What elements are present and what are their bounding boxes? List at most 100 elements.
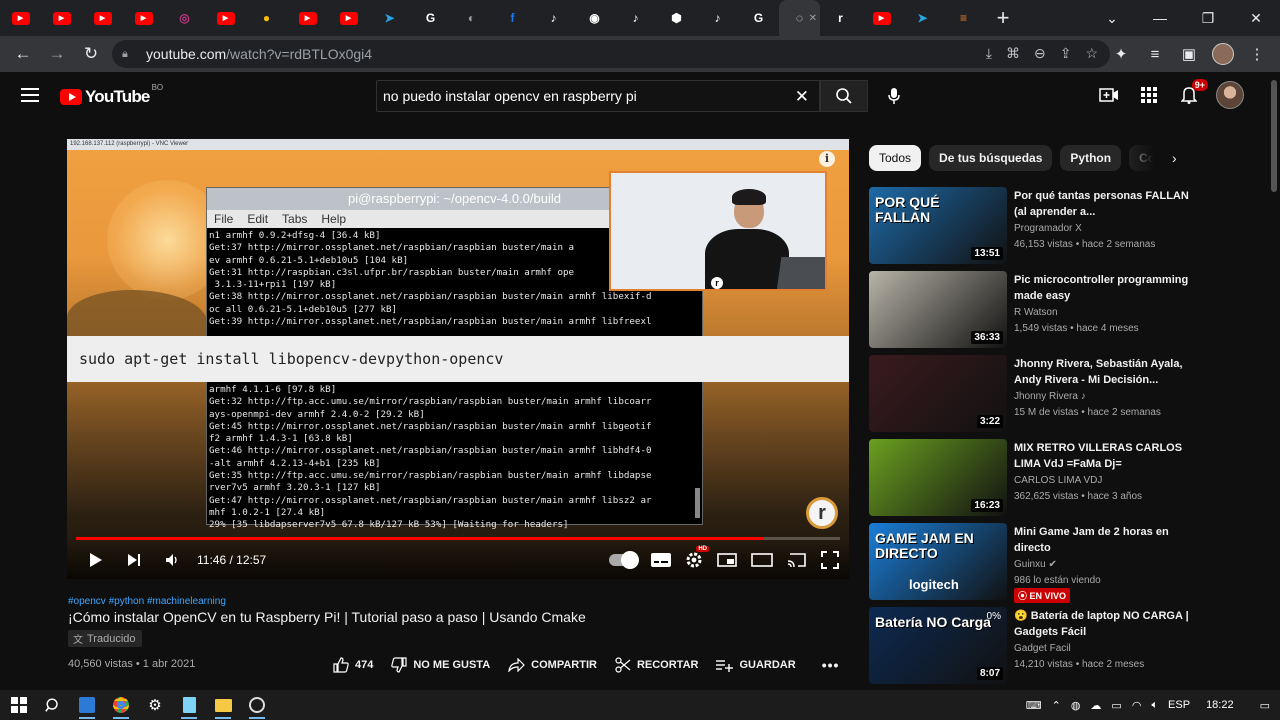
settings-gear-icon[interactable]: ⚙ xyxy=(138,690,172,720)
browser-tab[interactable]: ◌ ✕ xyxy=(779,0,820,36)
forward-button[interactable]: → xyxy=(40,37,74,71)
windows-start-icon[interactable] xyxy=(2,690,36,720)
speaker-icon[interactable]: 🔈︎ xyxy=(1151,699,1158,712)
info-icon[interactable]: i xyxy=(819,151,835,167)
onedrive-cloud-icon[interactable]: ☁ xyxy=(1090,699,1101,712)
restore-button[interactable]: ❐ xyxy=(1184,0,1232,36)
browser-tab[interactable]: ▶ xyxy=(287,0,328,36)
recommended-video[interactable]: GAME JAM EN DIRECTO logitech Mini Game Jam… xyxy=(869,523,1199,607)
channel-name[interactable]: Gadget Facil xyxy=(1014,643,1071,654)
recommended-video-title[interactable]: Pic microcontroller programming made eas… xyxy=(1014,272,1192,304)
input-language[interactable]: ESP xyxy=(1168,699,1190,711)
account-avatar[interactable] xyxy=(1216,81,1244,109)
save-button[interactable]: GUARDAR xyxy=(716,658,796,672)
share-icon[interactable]: ⇪ xyxy=(1060,45,1072,62)
browser-tab[interactable]: ▶ xyxy=(123,0,164,36)
autoplay-toggle[interactable] xyxy=(609,551,639,569)
browser-tab[interactable]: ◉ xyxy=(574,0,615,36)
chevron-right-icon[interactable]: › xyxy=(1172,150,1177,166)
video-thumbnail[interactable]: 16:23 xyxy=(869,439,1007,516)
browser-tab[interactable]: ♪ xyxy=(697,0,738,36)
subtitles-button[interactable] xyxy=(651,542,671,578)
volume-button[interactable] xyxy=(165,542,179,578)
channel-name[interactable]: R Watson xyxy=(1014,307,1058,318)
recommended-video-title[interactable]: 😮 Batería de laptop NO CARGA | Gadgets F… xyxy=(1014,608,1192,640)
recommended-video-title[interactable]: Por qué tantas personas FALLAN (al apren… xyxy=(1014,188,1192,220)
page-scrollbar[interactable] xyxy=(1268,72,1280,688)
recommended-video-title[interactable]: MIX RETRO VILLERAS CARLOS LIMA VdJ =FaMa… xyxy=(1014,440,1192,472)
browser-tab[interactable]: ◐ xyxy=(451,0,492,36)
share-button[interactable]: COMPARTIR xyxy=(508,658,597,672)
install-app-icon[interactable]: ⤓ xyxy=(986,45,992,62)
recommended-video[interactable]: 3:22 Jhonny Rivera, Sebastián Ayala, Andy… xyxy=(869,355,1199,439)
obs-app-icon[interactable] xyxy=(240,690,274,720)
zoom-icon[interactable]: ⊖ xyxy=(1034,45,1046,62)
wifi-icon[interactable]: ◠ xyxy=(1132,699,1142,712)
browser-tab[interactable]: ● xyxy=(246,0,287,36)
browser-tab[interactable]: G xyxy=(410,0,451,36)
translated-badge[interactable]: 文 Traducido xyxy=(68,630,142,647)
tab-search-icon[interactable]: ⌄ xyxy=(1088,0,1136,36)
filter-chip[interactable]: Todos xyxy=(869,145,922,171)
theater-mode-button[interactable] xyxy=(751,542,773,578)
browser-tab[interactable]: ➤ xyxy=(902,0,943,36)
chevron-up-icon[interactable]: ⌃ xyxy=(1052,699,1061,712)
recommended-video[interactable]: 16:23 MIX RETRO VILLERAS CARLOS LIMA VdJ … xyxy=(869,439,1199,523)
clip-button[interactable]: RECORTAR xyxy=(615,657,698,673)
more-actions-icon[interactable]: ••• xyxy=(822,657,840,673)
notepad-app-icon[interactable] xyxy=(172,690,206,720)
recommended-video-title[interactable]: Mini Game Jam de 2 horas en directo xyxy=(1014,524,1192,556)
translate-icon[interactable]: ⌘ xyxy=(1006,45,1020,62)
extensions-icon[interactable]: ✦ xyxy=(1104,37,1138,71)
browser-tab[interactable]: f xyxy=(492,0,533,36)
hamburger-menu-icon[interactable] xyxy=(21,88,39,102)
browser-tab[interactable]: G xyxy=(738,0,779,36)
recommended-video[interactable]: 36:33 Pic microcontroller programming mad… xyxy=(869,271,1199,355)
recommended-video[interactable]: POR QUÉ FALLAN 13:51 Por qué tantas person… xyxy=(869,187,1199,271)
filter-chip[interactable]: De tus búsquedas xyxy=(929,145,1053,171)
browser-tab[interactable]: ▶ xyxy=(0,0,41,36)
youtube-logo[interactable]: YouTube BO xyxy=(60,83,163,107)
channel-name[interactable]: CARLOS LIMA VDJ xyxy=(1014,475,1102,486)
browser-tab[interactable]: ▶ xyxy=(205,0,246,36)
dislike-button[interactable]: NO ME GUSTA xyxy=(391,657,490,673)
browser-tab[interactable]: r xyxy=(820,0,861,36)
apps-grid-icon[interactable] xyxy=(1136,82,1162,108)
video-thumbnail[interactable]: POR QUÉ FALLAN 13:51 xyxy=(869,187,1007,264)
search-input[interactable]: no puedo instalar opencv en raspberry pi… xyxy=(376,80,820,112)
video-player[interactable]: 192.168.137.112 (raspberrypi) - VNC View… xyxy=(67,139,849,579)
search-button[interactable] xyxy=(820,80,868,112)
miniplayer-button[interactable] xyxy=(717,542,737,578)
clock[interactable]: 18:22 xyxy=(1206,699,1234,711)
browser-tab[interactable]: ▶ xyxy=(82,0,123,36)
network-icon[interactable]: ▭ xyxy=(1111,699,1121,712)
filter-chip[interactable]: Python xyxy=(1060,145,1122,171)
create-video-icon[interactable] xyxy=(1096,82,1122,108)
video-thumbnail[interactable]: Batería NO Carga 0% 8:07 xyxy=(869,607,1007,684)
minimize-button[interactable]: — xyxy=(1136,0,1184,36)
browser-menu-icon[interactable]: ⋮ xyxy=(1240,37,1274,71)
channel-name[interactable]: Guinxu ✔ xyxy=(1014,559,1057,570)
reload-button[interactable]: ↻ xyxy=(74,37,108,71)
browser-tab[interactable]: ⬢ xyxy=(656,0,697,36)
video-thumbnail[interactable]: 3:22 xyxy=(869,355,1007,432)
new-tab-button[interactable]: + xyxy=(988,3,1018,33)
voice-search-button[interactable] xyxy=(876,80,912,112)
browser-tab[interactable]: ◎ xyxy=(164,0,205,36)
browser-tab[interactable]: ➤ xyxy=(369,0,410,36)
address-bar[interactable]: 🔒︎ youtube.com/watch?v=rdBTLOx0gi4 ⤓ ⌘ ⊖… xyxy=(112,40,1110,68)
play-button[interactable] xyxy=(89,542,103,578)
recommended-video-title[interactable]: Jhonny Rivera, Sebastián Ayala, Andy Riv… xyxy=(1014,356,1192,388)
profile-avatar[interactable] xyxy=(1206,37,1240,71)
back-button[interactable]: ← xyxy=(6,37,40,71)
browser-tab[interactable]: ▶ xyxy=(328,0,369,36)
bookmark-star-icon[interactable]: ☆ xyxy=(1085,45,1098,62)
like-button[interactable]: 474 xyxy=(333,657,373,673)
browser-tab[interactable]: ♪ xyxy=(615,0,656,36)
channel-name[interactable]: Programador X xyxy=(1014,223,1082,234)
notifications-bell-icon[interactable]: 9+ xyxy=(1176,79,1208,108)
channel-name[interactable]: Jhonny Rivera ♪ xyxy=(1014,391,1086,402)
vscode-app-icon[interactable] xyxy=(70,690,104,720)
channel-watermark[interactable]: r xyxy=(806,497,838,529)
close-window-button[interactable]: ✕ xyxy=(1232,0,1280,36)
